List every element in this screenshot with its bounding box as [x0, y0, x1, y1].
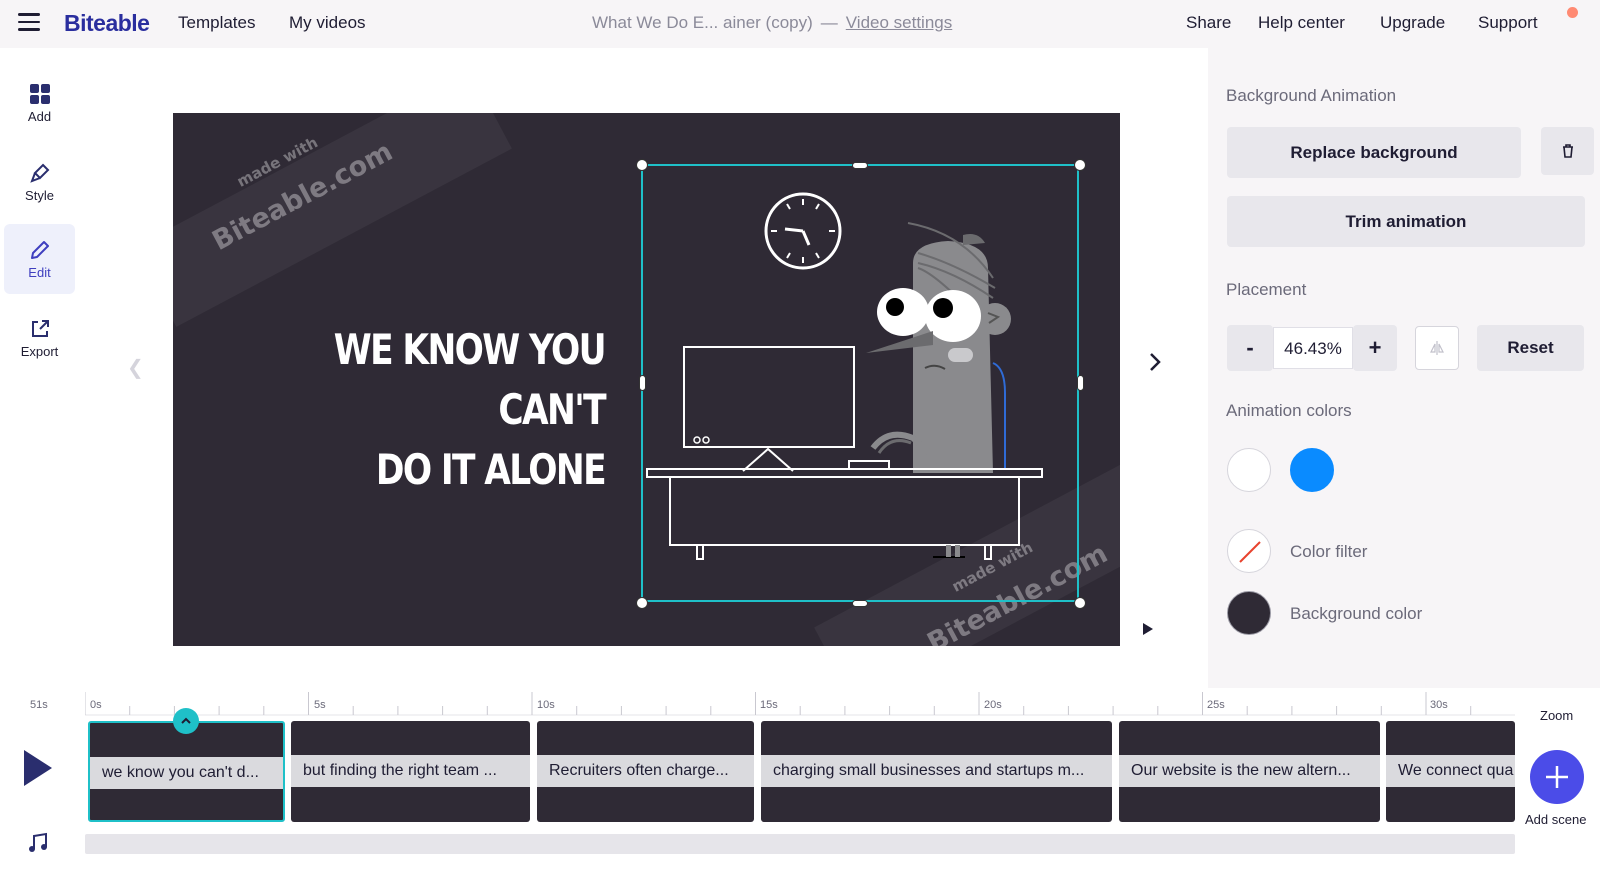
scene-thumbnail-1[interactable]: we know you can't d... — [88, 721, 285, 822]
notification-dot — [1567, 7, 1578, 18]
sidebar-label-export: Export — [20, 343, 59, 359]
resize-handle-bottom-left[interactable] — [636, 597, 648, 609]
resize-handle-top-left[interactable] — [636, 159, 648, 171]
tick-label-0s: 0s — [90, 699, 102, 711]
scene-thumbnail-4[interactable]: charging small businesses and startups m… — [761, 721, 1112, 822]
video-settings-link[interactable]: Video settings — [846, 13, 952, 32]
animation-colors-heading: Animation colors — [1226, 401, 1352, 420]
pencil-icon — [30, 240, 49, 259]
nav-share[interactable]: Share — [1186, 13, 1231, 33]
title-separator: — — [820, 13, 838, 32]
music-icon[interactable] — [27, 832, 49, 854]
total-duration: 51s — [30, 699, 48, 711]
background-animation-heading: Background Animation — [1226, 86, 1397, 105]
color-filter-swatch[interactable] — [1227, 529, 1271, 573]
resize-handle-right[interactable] — [1077, 375, 1084, 391]
placement-value-field[interactable]: 46.43% — [1273, 327, 1353, 369]
sidebar-item-style[interactable]: Style — [4, 147, 75, 217]
scene-caption-2: but finding the right team ... — [291, 755, 530, 787]
nav-upgrade[interactable]: Upgrade — [1380, 13, 1445, 33]
sidebar-item-export[interactable]: Export — [4, 303, 75, 373]
resize-handle-top-right[interactable] — [1074, 159, 1086, 171]
sidebar-item-add[interactable]: Add — [4, 68, 75, 138]
logo[interactable]: Biteable — [64, 10, 150, 37]
tick-label-15s: 15s — [760, 699, 778, 711]
resize-handle-bottom-right[interactable] — [1074, 597, 1086, 609]
left-sidebar: Add Style Edit Export — [0, 48, 78, 688]
video-canvas[interactable]: made with Biteable.com made with Biteabl… — [173, 113, 1120, 646]
placement-increase-button[interactable]: + — [1353, 325, 1397, 371]
zoom-label[interactable]: Zoom — [1540, 708, 1573, 723]
sidebar-label-add: Add — [27, 108, 52, 124]
tick-label-5s: 5s — [314, 699, 326, 711]
animation-color-swatch-blue[interactable] — [1290, 448, 1334, 492]
resize-handle-bottom[interactable] — [852, 600, 868, 607]
nav-help-center[interactable]: Help center — [1258, 13, 1345, 33]
previous-scene-arrow[interactable]: ❮ — [127, 355, 144, 380]
sidebar-label-edit: Edit — [28, 264, 51, 280]
placement-heading: Placement — [1226, 280, 1307, 299]
scene-thumbnail-3[interactable]: Recruiters often charge... — [537, 721, 754, 822]
play-preview-icon[interactable] — [1141, 621, 1155, 637]
tick-label-20s: 20s — [984, 699, 1002, 711]
nav-support[interactable]: Support — [1478, 13, 1538, 33]
scene-thumbnail-6[interactable]: We connect qua — [1386, 721, 1515, 822]
top-bar: Biteable Templates My videos What We Do … — [0, 0, 1600, 48]
flip-button[interactable] — [1415, 326, 1459, 370]
tick-label-25s: 25s — [1207, 699, 1225, 711]
tick-label-30s: 30s — [1430, 699, 1448, 711]
scene-caption-3: Recruiters often charge... — [537, 755, 754, 787]
video-title[interactable]: What We Do E... ainer (copy) — [592, 13, 813, 32]
nav-templates[interactable]: Templates — [178, 13, 255, 33]
scene-caption-1: we know you can't d... — [90, 757, 283, 789]
background-color-swatch[interactable] — [1227, 591, 1271, 635]
sidebar-item-edit[interactable]: Edit — [4, 224, 75, 294]
scene-thumbnail-2[interactable]: but finding the right team ... — [291, 721, 530, 822]
scene-caption-4: charging small businesses and startups m… — [761, 755, 1112, 787]
resize-handle-top[interactable] — [852, 162, 868, 169]
placement-reset-button[interactable]: Reset — [1477, 325, 1584, 371]
timeline-ruler[interactable] — [85, 692, 1515, 716]
export-icon — [31, 319, 49, 337]
no-color-icon — [1239, 541, 1261, 563]
brush-icon — [29, 163, 49, 183]
add-scene-label: Add scene — [1525, 812, 1587, 827]
grid-icon — [29, 83, 50, 104]
selection-box[interactable] — [641, 164, 1079, 602]
next-scene-arrow[interactable] — [1148, 351, 1162, 373]
placement-decrease-button[interactable]: - — [1227, 325, 1273, 371]
scene-thumbnail-5[interactable]: Our website is the new altern... — [1119, 721, 1380, 822]
trash-icon — [1562, 144, 1573, 158]
background-color-label: Background color — [1290, 604, 1423, 623]
add-scene-button[interactable] — [1530, 750, 1584, 804]
play-icon[interactable] — [22, 748, 54, 788]
flip-icon — [1430, 341, 1444, 355]
resize-handle-left[interactable] — [639, 375, 646, 391]
tick-label-10s: 10s — [537, 699, 555, 711]
animation-color-swatch-white[interactable] — [1227, 448, 1271, 492]
scene-collapse-button[interactable] — [173, 708, 199, 734]
audio-track[interactable] — [85, 834, 1515, 854]
trim-animation-button[interactable]: Trim animation — [1227, 196, 1585, 247]
scene-caption-5: Our website is the new altern... — [1119, 755, 1380, 787]
delete-background-button[interactable] — [1541, 127, 1594, 175]
video-title-area: What We Do E... ainer (copy) — Video setti… — [592, 13, 952, 33]
chevron-up-icon — [181, 717, 191, 724]
nav-my-videos[interactable]: My videos — [289, 13, 366, 33]
scene-caption-6: We connect qua — [1386, 755, 1515, 787]
plus-icon — [1546, 766, 1568, 788]
replace-background-button[interactable]: Replace background — [1227, 127, 1521, 178]
sidebar-label-style: Style — [25, 187, 54, 203]
color-filter-label: Color filter — [1290, 542, 1368, 561]
menu-icon[interactable] — [18, 13, 40, 33]
